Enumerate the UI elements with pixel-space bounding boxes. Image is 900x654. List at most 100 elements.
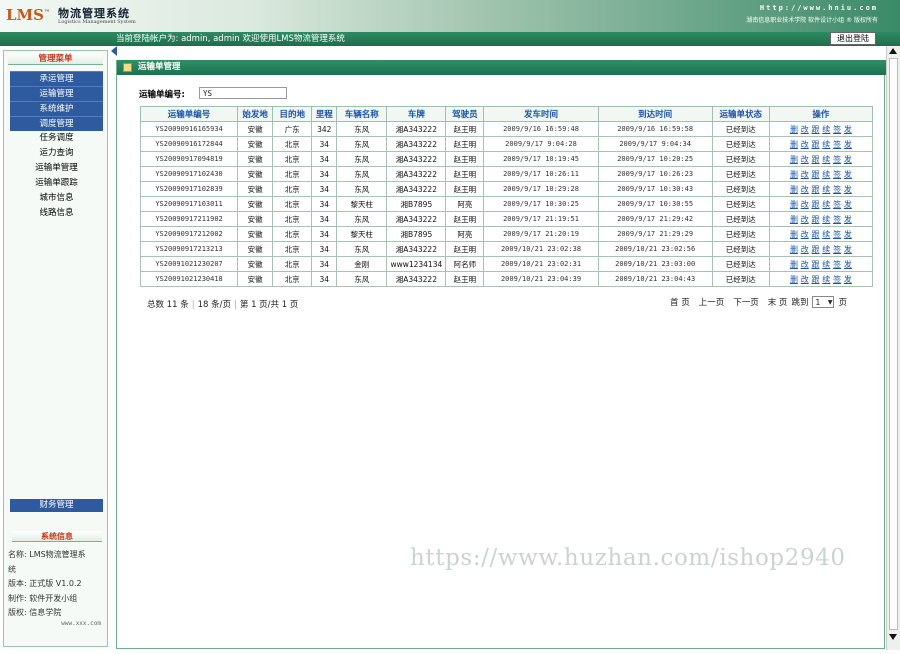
row-action-link[interactable]: 跟 xyxy=(812,245,820,254)
row-action-link[interactable]: 改 xyxy=(801,275,809,284)
sidebar-item[interactable]: 线路信息 xyxy=(10,206,103,221)
row-action-link[interactable]: 改 xyxy=(801,200,809,209)
logout-button[interactable]: 退出登陆 xyxy=(830,32,876,45)
sidebar-item[interactable]: 调度管理 xyxy=(10,116,103,131)
row-action-link[interactable]: 续 xyxy=(822,125,830,134)
system-info-line: 版权: 信息学院 xyxy=(8,608,62,617)
row-action-link[interactable]: 签 xyxy=(833,260,841,269)
collapse-sidebar-icon[interactable] xyxy=(111,46,117,56)
row-action-link[interactable]: 删 xyxy=(790,260,798,269)
row-action-link[interactable]: 发 xyxy=(844,215,852,224)
row-action-link[interactable]: 改 xyxy=(801,245,809,254)
row-action-link[interactable]: 删 xyxy=(790,200,798,209)
row-action-link[interactable]: 删 xyxy=(790,230,798,239)
row-action-link[interactable]: 删 xyxy=(790,185,798,194)
row-action-link[interactable]: 跟 xyxy=(812,200,820,209)
row-action-link[interactable]: 删 xyxy=(790,215,798,224)
last-page-link[interactable]: 末 页 xyxy=(768,296,788,308)
row-action-link[interactable]: 改 xyxy=(801,230,809,239)
row-action-link[interactable]: 改 xyxy=(801,260,809,269)
row-action-link[interactable]: 删 xyxy=(790,245,798,254)
row-action-link[interactable]: 发 xyxy=(844,140,852,149)
row-action-link[interactable]: 发 xyxy=(844,155,852,164)
row-action-link[interactable]: 签 xyxy=(833,215,841,224)
scroll-thumb[interactable] xyxy=(889,58,898,630)
row-action-link[interactable]: 续 xyxy=(822,260,830,269)
row-action-link[interactable]: 跟 xyxy=(812,185,820,194)
sidebar-item-finance[interactable]: 财务管理 xyxy=(10,499,103,512)
row-action-link[interactable]: 发 xyxy=(844,170,852,179)
row-action-link[interactable]: 签 xyxy=(833,170,841,179)
row-action-link[interactable]: 签 xyxy=(833,275,841,284)
row-action-link[interactable]: 发 xyxy=(844,260,852,269)
row-action-link[interactable]: 签 xyxy=(833,185,841,194)
sidebar-item[interactable]: 运输单管理 xyxy=(10,161,103,176)
row-action-link[interactable]: 删 xyxy=(790,155,798,164)
row-action-link[interactable]: 发 xyxy=(844,230,852,239)
prev-page-link[interactable]: 上一页 xyxy=(699,296,725,308)
row-action-link[interactable]: 删 xyxy=(790,275,798,284)
row-action-link[interactable]: 删 xyxy=(790,170,798,179)
table-cell: 北京 xyxy=(272,151,313,167)
chevron-down-icon: ▼ xyxy=(827,298,833,306)
row-action-link[interactable]: 发 xyxy=(844,200,852,209)
row-action-link[interactable]: 跟 xyxy=(812,275,820,284)
table-cell: 34 xyxy=(311,256,338,272)
sidebar-item[interactable]: 承运管理 xyxy=(10,71,103,86)
row-action-link[interactable]: 删 xyxy=(790,125,798,134)
row-action-link[interactable]: 续 xyxy=(822,170,830,179)
sidebar-item[interactable]: 城市信息 xyxy=(10,191,103,206)
row-action-link[interactable]: 跟 xyxy=(812,125,820,134)
row-action-link[interactable]: 续 xyxy=(822,155,830,164)
row-action-link[interactable]: 签 xyxy=(833,230,841,239)
scroll-up-icon[interactable] xyxy=(889,48,897,54)
row-action-link[interactable]: 签 xyxy=(833,140,841,149)
row-action-link[interactable]: 改 xyxy=(801,140,809,149)
sidebar-item[interactable]: 运输单跟踪 xyxy=(10,176,103,191)
sidebar-item[interactable]: 系统维护 xyxy=(10,101,103,116)
row-action-link[interactable]: 签 xyxy=(833,155,841,164)
table-cell: 湘A343222 xyxy=(386,136,447,152)
row-action-link[interactable]: 发 xyxy=(844,275,852,284)
row-action-link[interactable]: 签 xyxy=(833,125,841,134)
row-action-link[interactable]: 跟 xyxy=(812,170,820,179)
sidebar-item[interactable]: 运力查询 xyxy=(10,146,103,161)
row-action-link[interactable]: 改 xyxy=(801,185,809,194)
table-row: YS20090917213213 安徽 北京 34 东风 湘A343222 赵王明 2009/… xyxy=(139,241,874,257)
row-action-link[interactable]: 跟 xyxy=(812,155,820,164)
row-action-link[interactable]: 续 xyxy=(822,230,830,239)
row-action-link[interactable]: 跟 xyxy=(812,215,820,224)
row-action-link[interactable]: 改 xyxy=(801,215,809,224)
table-cell: 湘A343222 xyxy=(386,166,447,182)
row-action-link[interactable]: 续 xyxy=(822,215,830,224)
sidebar-item[interactable]: 运输管理 xyxy=(10,86,103,101)
sidebar-item[interactable]: 任务调度 xyxy=(10,131,103,146)
row-action-link[interactable]: 发 xyxy=(844,125,852,134)
page-scrollbar[interactable] xyxy=(886,46,900,650)
row-action-link[interactable]: 续 xyxy=(822,245,830,254)
row-action-link[interactable]: 跟 xyxy=(812,260,820,269)
table-cell: 2009/10/21 23:04:43 xyxy=(597,271,713,287)
row-action-link[interactable]: 跟 xyxy=(812,140,820,149)
page-select[interactable]: 1 ▼ xyxy=(812,296,835,308)
row-action-link[interactable]: 签 xyxy=(833,245,841,254)
waybill-search-input[interactable] xyxy=(199,87,287,99)
row-action-link[interactable]: 续 xyxy=(822,140,830,149)
row-action-link[interactable]: 续 xyxy=(822,185,830,194)
row-action-link[interactable]: 发 xyxy=(844,185,852,194)
table-cell: 湘A343222 xyxy=(386,241,447,257)
row-action-link[interactable]: 续 xyxy=(822,275,830,284)
row-action-link[interactable]: 删 xyxy=(790,140,798,149)
row-action-link[interactable]: 发 xyxy=(844,245,852,254)
scroll-down-icon[interactable] xyxy=(889,634,897,640)
row-action-link[interactable]: 跟 xyxy=(812,230,820,239)
row-action-link[interactable]: 改 xyxy=(801,125,809,134)
row-actions: 删改跟续签发 xyxy=(768,166,874,182)
row-action-link[interactable]: 改 xyxy=(801,170,809,179)
row-action-link[interactable]: 续 xyxy=(822,200,830,209)
row-action-link[interactable]: 签 xyxy=(833,200,841,209)
column-header: 到达时间 xyxy=(597,106,713,122)
first-page-link[interactable]: 首 页 xyxy=(670,296,690,308)
row-action-link[interactable]: 改 xyxy=(801,155,809,164)
next-page-link[interactable]: 下一页 xyxy=(733,296,759,308)
